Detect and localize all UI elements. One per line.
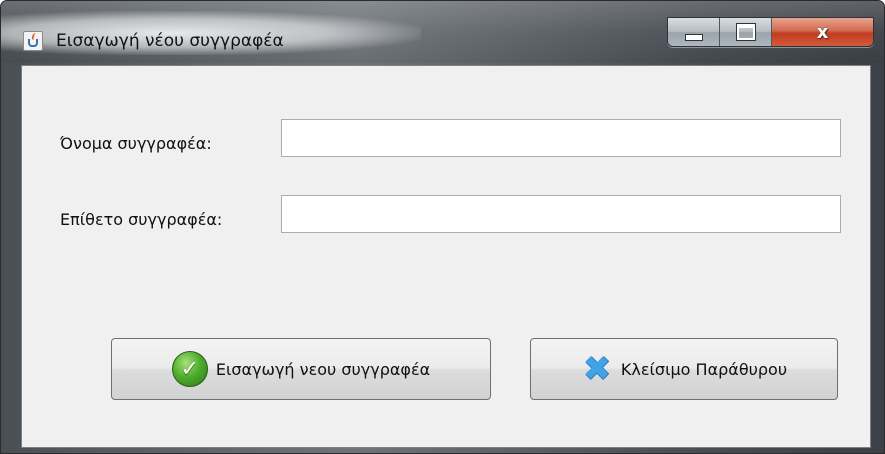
- insert-author-label: Εισαγωγή νεου συγγραφέα: [215, 359, 431, 379]
- close-dialog-label: Κλείσιμο Παράθυρου: [620, 359, 788, 379]
- close-dialog-button[interactable]: ✖ Κλείσιμο Παράθυρου: [530, 338, 838, 400]
- window-title: Εισαγωγή νέου συγγραφέα: [56, 31, 284, 51]
- blue-x-icon: ✖: [582, 349, 612, 389]
- minimize-icon: [684, 33, 703, 41]
- close-window-button[interactable]: x: [772, 18, 873, 46]
- dialog-window: Εισαγωγή νέου συγγραφέα x Όνομα συγγραφέ…: [0, 0, 885, 454]
- dialog-content: Όνομα συγγραφέα: Επίθετο συγγραφέα: ✓ Ει…: [21, 65, 871, 448]
- first-name-input[interactable]: [281, 119, 841, 157]
- close-icon: x: [816, 21, 829, 43]
- window-controls: x: [667, 17, 874, 47]
- insert-author-button[interactable]: ✓ Εισαγωγή νεου συγγραφέα: [111, 338, 491, 400]
- checkmark-icon: ✓: [171, 351, 208, 387]
- java-app-icon[interactable]: [23, 31, 43, 51]
- maximize-icon: [735, 23, 756, 41]
- last-name-input[interactable]: [281, 195, 841, 233]
- first-name-label: Όνομα συγγραφέα:: [60, 134, 212, 153]
- last-name-label: Επίθετο συγγραφέα:: [60, 210, 223, 229]
- java-cup-icon: [28, 39, 38, 47]
- minimize-button[interactable]: [668, 18, 720, 46]
- maximize-button[interactable]: [720, 18, 772, 46]
- title-bar[interactable]: Εισαγωγή νέου συγγραφέα x: [1, 1, 884, 63]
